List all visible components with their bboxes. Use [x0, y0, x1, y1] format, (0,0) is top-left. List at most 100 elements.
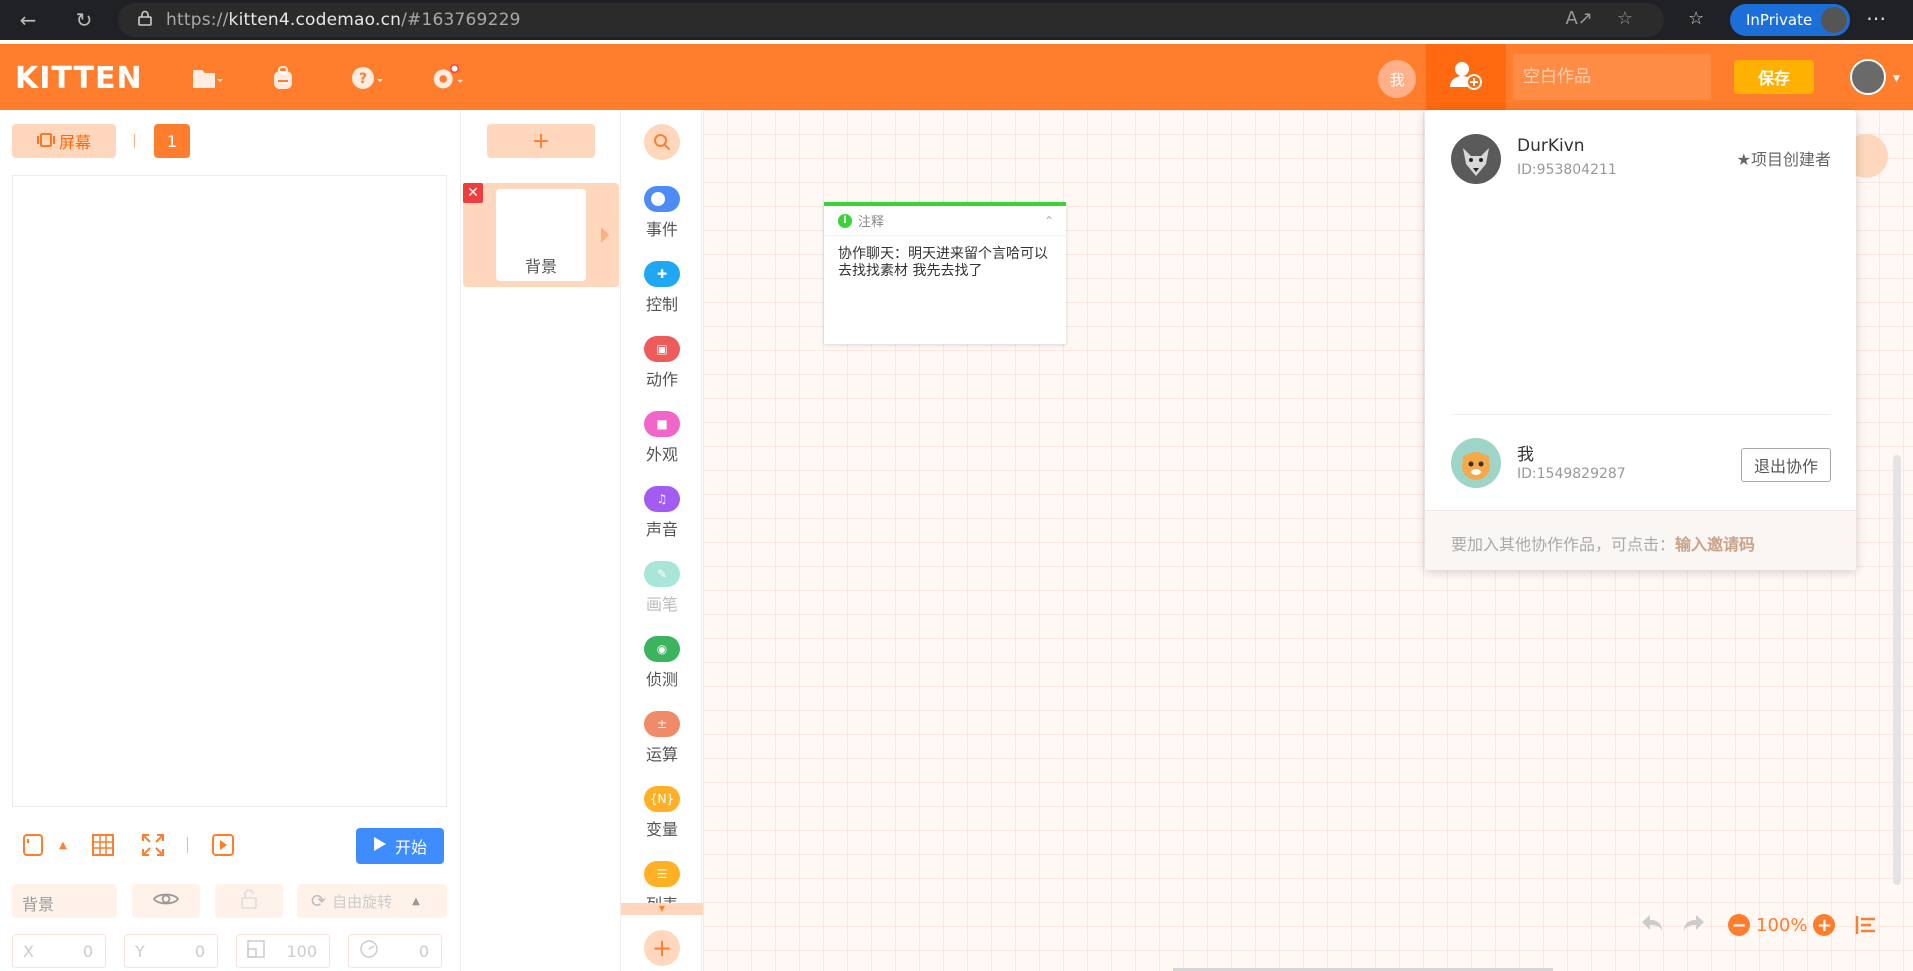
eye-icon — [152, 891, 180, 911]
settings-menu-icon[interactable] — [430, 64, 464, 92]
category-label: 变量 — [645, 820, 678, 839]
sprite-name-field[interactable]: 背景 — [12, 884, 117, 918]
start-button[interactable]: 开始 — [356, 828, 444, 864]
category-looks[interactable]: ■ 外观 — [621, 411, 703, 481]
inprivate-badge[interactable]: InPrivate — [1730, 4, 1850, 36]
footer-text: 要加入其他协作作品，可点击： — [1451, 535, 1676, 554]
category-operator[interactable]: ± 运算 — [621, 711, 703, 781]
fullscreen-icon[interactable] — [140, 832, 166, 858]
undo-redo-group — [1640, 910, 1706, 940]
category-sensing[interactable]: ◉ 侦测 — [621, 636, 703, 706]
undo-icon[interactable] — [1640, 913, 1664, 937]
align-icon[interactable] — [1855, 910, 1877, 940]
address-bar[interactable]: https://kitten4.codemao.cn/#163769229 — [118, 3, 1664, 37]
backpack-icon[interactable] — [266, 64, 300, 92]
save-button[interactable]: 保存 — [1734, 60, 1814, 94]
category-control[interactable]: ✚ 控制 — [621, 261, 703, 331]
member-id: ID:953804211 — [1517, 162, 1617, 178]
favorites-icon[interactable]: ☆ — [1688, 8, 1704, 29]
category-sound[interactable]: ♫ 声音 — [621, 486, 703, 556]
sprite-props-row: 背景 ⟳ 自由旋转 ▲ — [12, 884, 447, 918]
chevron-down-icon[interactable]: ▼ — [1893, 74, 1900, 84]
y-label: Y — [135, 941, 145, 961]
angle-field[interactable]: 0 — [348, 934, 442, 968]
stage-toolbar: ▲ 开始 — [20, 826, 450, 866]
scroll-down-bar[interactable]: ▼ — [621, 903, 703, 915]
scale-field[interactable]: 100 — [236, 934, 330, 968]
add-extension-button[interactable]: + — [644, 930, 680, 966]
lock-button[interactable] — [215, 884, 283, 918]
category-pen[interactable]: ✎ 画笔 — [621, 561, 703, 631]
pen-icon: ✎ — [644, 561, 680, 587]
favorite-add-icon[interactable]: ☆ — [1617, 8, 1633, 29]
variable-icon: {N} — [644, 786, 680, 812]
inprivate-label: InPrivate — [1746, 11, 1813, 29]
note-body: 协作聊天：明天进来留个言哈可以去找找素材 我先去找了 — [838, 246, 1048, 279]
preview-icon[interactable] — [210, 832, 236, 858]
chevron-up-icon[interactable]: ⌃ — [1044, 214, 1054, 228]
scale-icon — [247, 940, 265, 962]
user-avatar[interactable] — [1850, 59, 1886, 95]
read-aloud-icon[interactable]: A↗ — [1565, 8, 1592, 29]
sprite-card[interactable]: 背景 ✕ — [463, 183, 619, 287]
y-value: 0 — [194, 941, 205, 961]
category-variable[interactable]: {N} 变量 — [621, 786, 703, 856]
browser-icons: A↗ ☆ — [1565, 8, 1633, 29]
more-icon[interactable]: ⋯ — [1866, 6, 1886, 30]
redo-icon[interactable] — [1682, 913, 1706, 937]
angle-icon — [359, 939, 379, 963]
quit-collab-button[interactable]: 退出协作 — [1741, 448, 1831, 482]
category-event[interactable]: 事件 — [621, 186, 703, 256]
caret-up-icon: ▲ — [412, 895, 420, 907]
stage-panel: 屏幕 1 ▲ 开始 背景 ⟳ 自由旋转 ▲ X 0 Y 0 100 0 — [0, 110, 460, 971]
logo: KITTEN — [15, 61, 143, 96]
collaboration-popup: DurKivn ID:953804211 ★项目创建者 我 ID:1549829… — [1425, 110, 1856, 570]
zoom-out-button[interactable]: − — [1728, 914, 1750, 936]
category-label: 事件 — [645, 220, 678, 239]
x-field[interactable]: X0 — [12, 934, 106, 968]
invite-code-link[interactable]: 输入邀请码 — [1675, 535, 1755, 554]
add-sprite-button[interactable]: + — [487, 124, 595, 158]
list-icon: ☰ — [644, 861, 680, 887]
divider — [134, 134, 135, 148]
lock-icon — [138, 10, 152, 30]
sound-icon: ♫ — [644, 486, 680, 512]
divider — [1451, 414, 1831, 415]
close-icon[interactable]: ✕ — [463, 183, 483, 203]
comment-note[interactable]: i 注释 ⌃ 协作聊天：明天进来留个言哈可以去找找素材 我先去找了 — [824, 202, 1066, 344]
x-label: X — [23, 941, 34, 961]
collaborators-button[interactable] — [1426, 44, 1506, 110]
search-icon[interactable] — [644, 124, 680, 160]
sprite-transform-row: X0 Y0 100 0 — [12, 934, 447, 968]
category-list[interactable]: ☰ 列表 — [621, 861, 703, 905]
url-text: https://kitten4.codemao.cn/#163769229 — [166, 10, 521, 30]
vertical-scrollbar[interactable] — [1893, 455, 1901, 885]
category-motion[interactable]: ▣ 动作 — [621, 336, 703, 406]
reload-icon[interactable]: ↻ — [66, 2, 102, 38]
caret-up-icon[interactable]: ▲ — [50, 832, 76, 858]
creator-badge: ★项目创建者 — [1736, 150, 1831, 169]
add-user-icon — [1449, 60, 1483, 94]
expand-arrow-icon[interactable] — [601, 227, 609, 243]
visibility-button[interactable] — [132, 884, 200, 918]
zoom-level: 100% — [1756, 914, 1808, 936]
back-icon[interactable]: ← — [10, 2, 46, 38]
rotation-mode-select[interactable]: ⟳ 自由旋转 ▲ — [297, 884, 447, 918]
zoom-in-button[interactable]: + — [1813, 914, 1836, 936]
folder-menu-icon[interactable] — [190, 64, 224, 92]
operator-icon: ± — [644, 711, 680, 737]
y-field[interactable]: Y0 — [124, 934, 218, 968]
event-icon — [644, 186, 680, 212]
grid-icon[interactable] — [90, 832, 116, 858]
rotation-label: 自由旋转 — [332, 892, 393, 911]
screen-tab[interactable]: 1 — [154, 124, 190, 158]
screen-button[interactable]: 屏幕 — [12, 124, 116, 158]
member-name: 我 — [1517, 445, 1534, 465]
help-menu-icon[interactable]: ? — [350, 64, 384, 92]
device-icon[interactable] — [20, 832, 46, 858]
project-title-input[interactable] — [1513, 54, 1711, 100]
popup-footer: 要加入其他协作作品，可点击：输入邀请码 — [1425, 510, 1856, 570]
stage-canvas[interactable] — [12, 175, 447, 807]
motion-icon: ▣ — [644, 336, 680, 362]
me-badge[interactable]: 我 — [1378, 60, 1416, 98]
